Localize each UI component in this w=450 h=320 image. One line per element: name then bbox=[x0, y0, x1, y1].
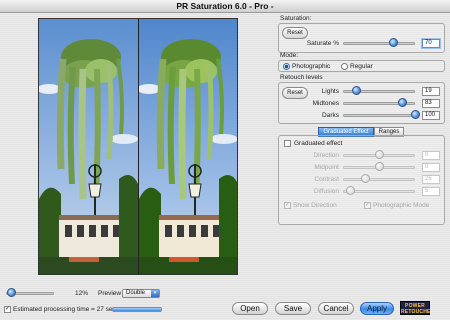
window-title: PR Saturation 6.0 - Pro - bbox=[176, 1, 274, 11]
mode-panel: Photographic Regular bbox=[278, 60, 445, 72]
darks-value-field[interactable]: 100 bbox=[422, 111, 440, 120]
zoom-slider-knob[interactable] bbox=[7, 288, 17, 297]
estimate-label: Estimated processing time = 27 sec. bbox=[13, 306, 118, 313]
title-bar: PR Saturation 6.0 - Pro - bbox=[0, 0, 450, 13]
diffusion-slider-knob[interactable] bbox=[346, 186, 355, 195]
darks-slider-track[interactable] bbox=[343, 114, 415, 117]
midpoint-slider-knob[interactable] bbox=[375, 162, 384, 171]
estimate-checkbox[interactable]: ✓ bbox=[4, 306, 11, 313]
cancel-button[interactable]: Cancel bbox=[318, 302, 354, 315]
saturation-panel: Reset Saturate % 70 bbox=[278, 23, 445, 53]
mode-section-label: Mode: bbox=[280, 52, 299, 59]
lights-value-field[interactable]: 19 bbox=[422, 87, 440, 96]
show-direction-label[interactable]: Show Direction bbox=[293, 202, 337, 209]
midpoint-value-field[interactable]: 0 bbox=[422, 163, 440, 172]
direction-slider-knob[interactable] bbox=[375, 150, 384, 159]
mode-regular-radio[interactable] bbox=[341, 63, 348, 70]
contrast-slider-track[interactable] bbox=[343, 178, 415, 181]
photographic-mode-checkbox[interactable]: ✓ bbox=[364, 202, 371, 209]
preview-mode-select[interactable]: Double ▾ bbox=[122, 289, 160, 298]
photo-after bbox=[139, 19, 237, 274]
saturation-section-label: Saturation: bbox=[280, 15, 312, 22]
graduated-effect-label[interactable]: Graduated effect bbox=[294, 140, 342, 147]
preview-before bbox=[39, 19, 138, 274]
lights-label: Lights bbox=[321, 88, 339, 95]
contrast-label: Contrast bbox=[314, 176, 339, 183]
midtones-slider-knob[interactable] bbox=[398, 98, 408, 107]
saturation-reset-button[interactable]: Reset bbox=[282, 27, 308, 39]
preview-mode-value: Double bbox=[126, 290, 146, 296]
saturate-slider-track[interactable] bbox=[343, 42, 415, 45]
open-button[interactable]: Open bbox=[232, 302, 268, 315]
diffusion-value-field[interactable]: 5 bbox=[422, 187, 440, 196]
saturate-label: Saturate % bbox=[306, 40, 339, 47]
photographic-mode-label[interactable]: Photographic Mode bbox=[373, 202, 429, 209]
power-retouche-logo: POWER RETOUCHE bbox=[400, 301, 430, 315]
estimate-progress-fill bbox=[113, 308, 161, 311]
contrast-value-field[interactable]: 25 bbox=[422, 175, 440, 184]
retouch-section-label: Retouch levels bbox=[280, 74, 323, 81]
mode-photographic-radio[interactable] bbox=[283, 63, 290, 70]
logo-line2: RETOUCHE bbox=[401, 309, 431, 315]
graduated-effect-panel: Graduated effect Direction 0 Midpoint 0 … bbox=[278, 135, 445, 225]
show-direction-checkbox[interactable]: ✓ bbox=[284, 202, 291, 209]
midtones-label: Midtones bbox=[312, 100, 339, 107]
image-preview[interactable] bbox=[38, 18, 238, 275]
mode-regular-label[interactable]: Regular bbox=[350, 63, 373, 70]
preview-after bbox=[139, 19, 237, 274]
estimate-progress-bar bbox=[112, 307, 162, 312]
darks-label: Darks bbox=[322, 112, 339, 119]
diffusion-label: Diffusion bbox=[313, 188, 339, 195]
apply-button[interactable]: Apply bbox=[360, 302, 394, 315]
midtones-value-field[interactable]: 83 bbox=[422, 99, 440, 108]
graduated-effect-checkbox[interactable] bbox=[284, 140, 291, 147]
retouch-panel: Reset Lights 19 Midtones 83 Darks 100 bbox=[278, 82, 445, 124]
zoom-value: 12% bbox=[75, 290, 89, 297]
direction-label: Direction bbox=[313, 152, 339, 159]
saturate-slider-knob[interactable] bbox=[388, 38, 398, 47]
direction-value-field[interactable]: 0 bbox=[422, 151, 440, 160]
chevron-down-icon: ▾ bbox=[151, 290, 159, 297]
save-button[interactable]: Save bbox=[275, 302, 311, 315]
preview-label: Preview bbox=[98, 290, 122, 297]
lights-slider-knob[interactable] bbox=[352, 86, 362, 95]
contrast-slider-knob[interactable] bbox=[361, 174, 370, 183]
darks-slider-knob[interactable] bbox=[410, 110, 420, 119]
midpoint-label: Midpoint bbox=[314, 164, 339, 171]
saturate-value-field[interactable]: 70 bbox=[422, 39, 440, 48]
mode-photographic-label[interactable]: Photographic bbox=[292, 63, 330, 70]
photo-before bbox=[39, 19, 138, 274]
